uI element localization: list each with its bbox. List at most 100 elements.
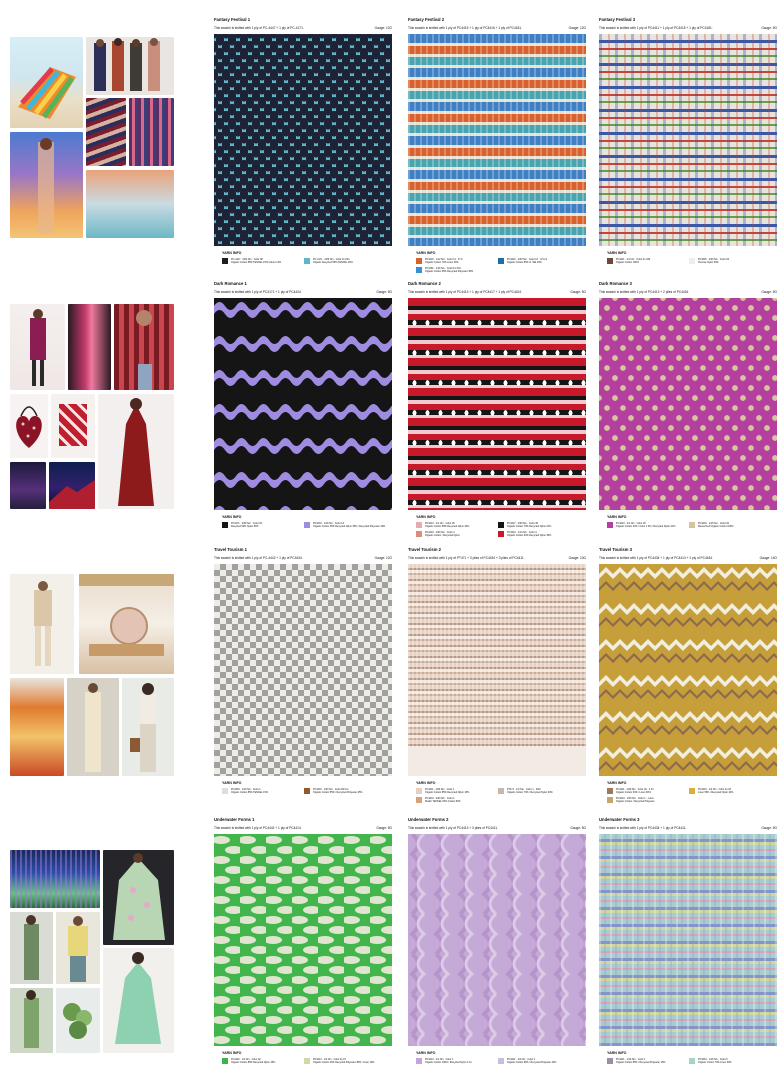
yarn-color-chip — [607, 1058, 613, 1064]
card-title: Travel Tourism 3 — [599, 547, 632, 552]
card-title: Underwater Forms 1 — [214, 817, 255, 822]
yarn-color-chip — [498, 522, 504, 528]
card-gauge: Gauge: 5G — [761, 826, 777, 830]
yarn-color-chip — [689, 788, 695, 794]
card-subtitle: This swatch is knitted with 1 ply of PC4… — [599, 826, 687, 830]
yarn-color-chip — [498, 531, 504, 537]
mood-image-mountain-sky — [49, 462, 95, 509]
yarn-desc: Organic Cotton 70% / Recycled Nylon 30% — [507, 791, 553, 794]
moodboard-travel-tourism — [10, 574, 178, 776]
knit-swatch-uw2[interactable] — [408, 834, 586, 1046]
mood-image-fringe-bag — [10, 850, 100, 908]
yarn-desc: Organic Cotton 64% Recycled Nylon 36% — [507, 534, 552, 537]
card-subtitle: This swatch is knitted with 1 ply of PC4… — [214, 826, 302, 830]
card-title: Dark Romance 3 — [599, 281, 632, 286]
card-gauge: Gauge: 12G — [374, 26, 392, 30]
mood-image-runway-group — [86, 37, 174, 95]
yarn-desc: Organic Cotton 85% TENCEL 15% — [231, 791, 268, 794]
moodboard-dark-romance — [10, 304, 178, 509]
yarn-color-chip — [222, 522, 228, 528]
yarn-info-title: YARN INFO — [607, 781, 627, 785]
card-title: Underwater Forms 3 — [599, 817, 640, 822]
knit-swatch-tt1[interactable] — [214, 564, 392, 776]
moodboard-underwater-forms — [10, 850, 178, 1053]
mood-image-plaid-jacket — [114, 304, 174, 390]
mood-image-crochet-dress — [103, 850, 174, 945]
yarn-desc: Organic Cotton 85% / Recycled Polyester … — [616, 1061, 666, 1064]
card-title: Underwater Forms 2 — [408, 817, 449, 822]
yarn-info-title: YARN INFO — [416, 251, 436, 255]
card-subtitle: This swatch is knitted with 1 ply of PC-… — [214, 556, 303, 560]
yarn-color-chip — [607, 522, 613, 528]
yarn-desc: Organic Cotton 100% / Recycled Nylon 1 F… — [425, 1061, 472, 1064]
knit-swatch-ff1[interactable] — [214, 34, 392, 246]
yarn-color-chip — [416, 1058, 422, 1064]
yarn-desc: Organic Cotton 64% / Linen 36% — [616, 791, 651, 794]
yarn-info-title: YARN INFO — [607, 251, 627, 255]
yarn-desc: Linen 56% / Recycled Nylon 44% — [698, 791, 734, 794]
mood-image-mint-dress — [103, 948, 174, 1053]
knit-swatch-ff3[interactable] — [599, 34, 777, 246]
mood-image-gradient-dress — [10, 132, 83, 238]
knit-swatch-dr2[interactable] — [408, 298, 586, 510]
card-title: Dark Romance 2 — [408, 281, 441, 286]
knit-swatch-uw1[interactable] — [214, 834, 392, 1046]
knit-swatch-tt3[interactable] — [599, 564, 777, 776]
card-subtitle: This swatch is knitted with 1 ply of PC4… — [408, 826, 498, 830]
knit-swatch-tt2[interactable] — [408, 564, 586, 776]
knit-swatch-dr1[interactable] — [214, 298, 392, 510]
moodboard-fantasy-festival — [10, 37, 178, 249]
yarn-desc: Recycled 50% Nylon 50% — [231, 525, 259, 528]
card-subtitle: This swatch is knitted with 1 ply of PC4… — [408, 26, 522, 30]
card-subtitle: This swatch is knitted with 1 ply of PC4… — [599, 290, 690, 294]
yarn-color-chip — [689, 258, 695, 264]
yarn-desc: Organic Cotton 65% Recycled Polyester 35… — [425, 270, 474, 273]
card-gauge: Gauge: 12G — [568, 26, 586, 30]
knit-swatch-uw3[interactable] — [599, 834, 777, 1046]
mood-image-beige-outfit — [10, 574, 74, 674]
mood-image-mens-look — [122, 678, 174, 776]
card-subtitle: This swatch is knitted with 1 ply of PC4… — [599, 556, 713, 560]
mood-image-pink-gown — [68, 304, 111, 390]
row-dark-romance: Dark Romance 1 This swatch is knitted wi… — [0, 274, 781, 537]
yarn-info-title: YARN INFO — [607, 515, 627, 519]
yarn-desc: Organic Cotton 85% TENCEL 15% Colour 14% — [231, 261, 282, 264]
yarn-desc: Organic Cotton 56% / Recycled Polyester … — [507, 1061, 557, 1064]
card-subtitle: This swatch is knitted with 1 ply of PC-… — [214, 26, 304, 30]
yarn-desc: Organic Cotton 64% / Color 1 3% / Recycl… — [616, 525, 676, 528]
yarn-desc: Organic Recycled 55% TENCEL 45% — [313, 261, 353, 264]
yarn-color-chip — [689, 522, 695, 528]
yarn-color-chip — [416, 258, 422, 264]
yarn-info-title: YARN INFO — [416, 781, 436, 785]
yarn-info-title: YARN INFO — [416, 1051, 436, 1055]
yarn-desc: Organic Cotton 46% Recycled Nylon 35% / … — [313, 525, 386, 528]
card-subtitle: This swatch is knitted with 1 ply of PT4… — [408, 556, 525, 560]
yarn-color-chip — [304, 522, 310, 528]
mood-image-sequin-gown — [98, 394, 174, 509]
mood-image-argyle-vest — [51, 394, 95, 458]
yarn-color-chip — [222, 1058, 228, 1064]
yarn-desc: Organic Cotton / Recycled Nylon — [425, 534, 460, 537]
yarn-info-title: YARN INFO — [222, 1051, 242, 1055]
yarn-info-title: YARN INFO — [222, 515, 242, 519]
card-title: Fantasy Festival 1 — [214, 17, 251, 22]
yarn-desc: Organic Cotton 55% / Recycled Polyester … — [313, 791, 363, 794]
yarn-desc: Organic Cotton 85% O. Silk 15% — [507, 261, 542, 264]
yarn-color-chip — [607, 797, 613, 803]
card-title: Dark Romance 1 — [214, 281, 247, 286]
mood-image-purple-look — [10, 462, 46, 509]
yarn-color-chip — [304, 1058, 310, 1064]
card-gauge: Gauge: 12G — [374, 556, 392, 560]
mood-image-tweed-look — [129, 98, 174, 166]
mood-image-leaf-top — [56, 988, 100, 1053]
card-gauge: Gauge: 14G — [759, 556, 777, 560]
yarn-color-chip — [416, 797, 422, 803]
mood-image-heart-bag — [10, 394, 48, 458]
mood-image-yellow-knit — [56, 912, 100, 984]
card-gauge: Gauge: 5G — [570, 290, 586, 294]
yarn-color-chip — [607, 258, 613, 264]
knit-swatch-ff2[interactable] — [408, 34, 586, 246]
yarn-info-title: YARN INFO — [607, 1051, 627, 1055]
knit-swatch-dr3[interactable] — [599, 298, 777, 510]
yarn-info-title: YARN INFO — [416, 515, 436, 519]
